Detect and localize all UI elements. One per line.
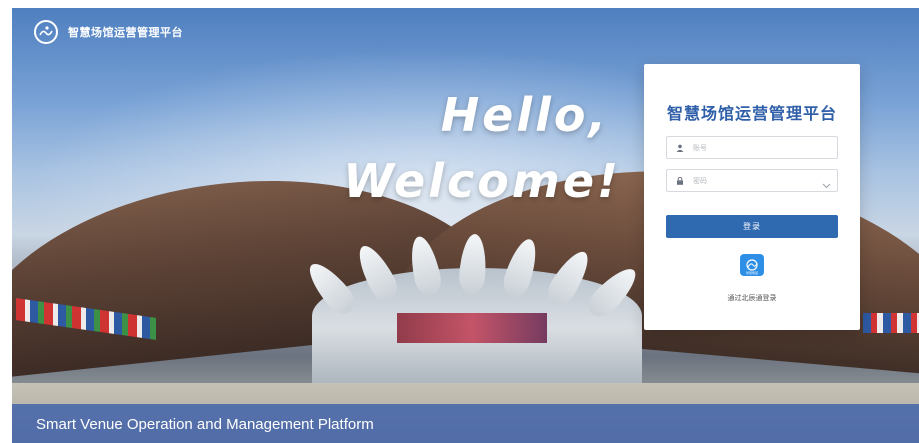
password-placeholder: 密码	[693, 177, 707, 185]
login-title: 智慧场馆运营管理平台	[666, 106, 837, 123]
user-icon	[675, 143, 685, 153]
stadium-screen	[397, 313, 547, 343]
login-button[interactable]: 登录	[666, 215, 838, 238]
alt-login-link[interactable]: 通过北辰通登录	[644, 293, 860, 303]
platform-title: 智慧场馆运营管理平台	[68, 27, 183, 39]
username-field[interactable]: 账号	[666, 136, 838, 159]
username-placeholder: 账号	[693, 144, 707, 152]
runner-logo-icon	[34, 20, 58, 44]
password-field[interactable]: 密码	[666, 169, 838, 192]
footer-subtitle: Smart Venue Operation and Management Pla…	[36, 416, 374, 433]
app-icon-caption: 智慧场馆	[745, 271, 758, 275]
hero-hello: Hello,	[440, 88, 609, 142]
flags-right	[863, 313, 919, 333]
hero-welcome: Welcome!	[343, 154, 621, 208]
header-brand: 智慧场馆运营管理平台	[34, 20, 183, 44]
chevron-down-icon[interactable]	[822, 176, 831, 194]
lock-icon	[675, 176, 685, 186]
login-card: 智慧场馆运营管理平台 账号 密码 登录 智慧场馆 通过北辰通登录	[644, 64, 860, 330]
